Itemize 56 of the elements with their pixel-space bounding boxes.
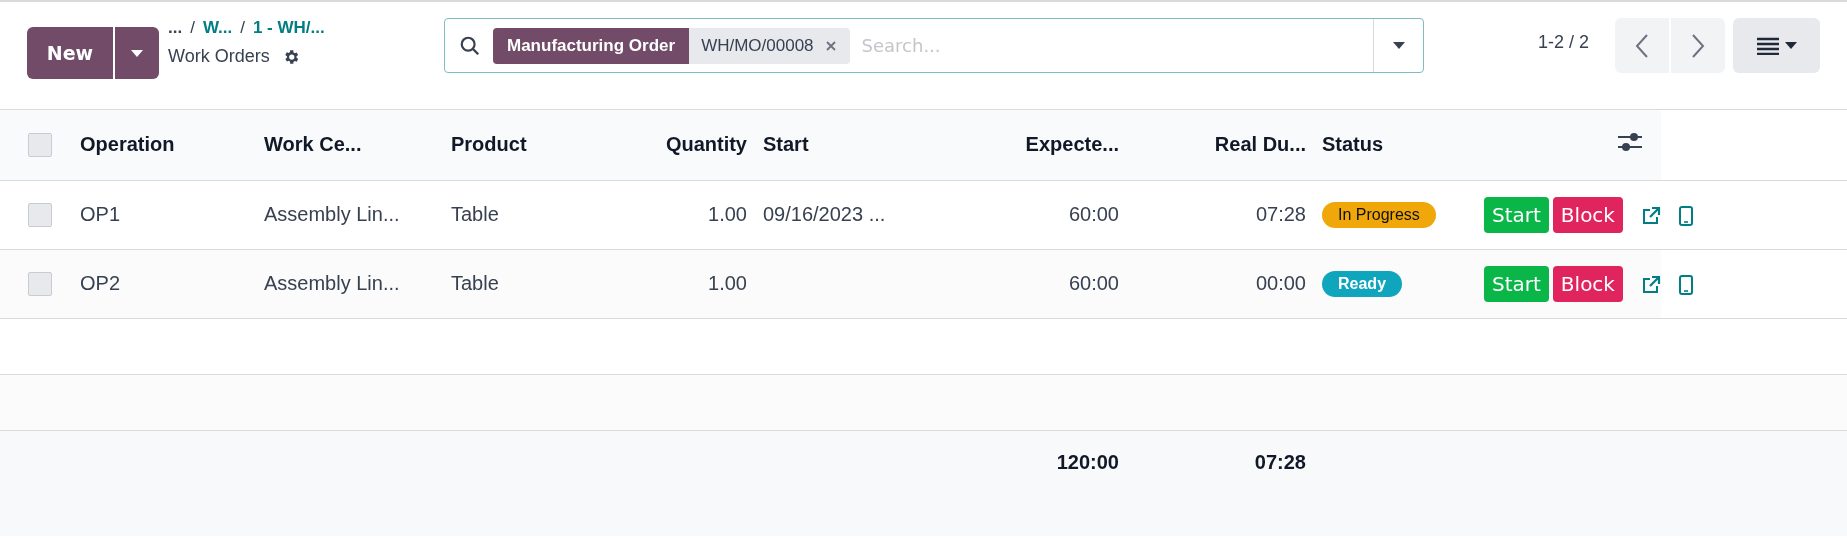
breadcrumb-separator: / bbox=[190, 18, 195, 38]
caret-icon bbox=[1392, 42, 1405, 49]
column-header[interactable]: Real Du... bbox=[1214, 133, 1306, 156]
external-link-icon[interactable] bbox=[1640, 206, 1661, 227]
row-checkbox[interactable] bbox=[28, 271, 52, 296]
pager-value: 1-2 / 2 bbox=[1537, 32, 1589, 53]
list-icon bbox=[1756, 36, 1779, 55]
status-badge: Ready bbox=[1322, 270, 1403, 297]
column-header[interactable]: Work Ce... bbox=[264, 133, 362, 156]
tablet-icon[interactable] bbox=[1678, 275, 1693, 296]
view-switcher-button[interactable] bbox=[1733, 18, 1820, 73]
column-header[interactable]: Operation bbox=[80, 133, 175, 156]
table-cell: 00:00 bbox=[1255, 272, 1306, 294]
breadcrumb-link[interactable]: ... bbox=[168, 18, 183, 38]
chevron-right-icon bbox=[1691, 33, 1705, 58]
table-cell: 60:00 bbox=[1068, 272, 1119, 294]
table-cell: 60:00 bbox=[1068, 203, 1119, 225]
table-cell: 07:28 bbox=[1255, 203, 1306, 225]
caret-icon bbox=[131, 49, 143, 57]
table-cell: Assembly Lin... bbox=[264, 272, 400, 294]
table-cell: Table bbox=[451, 272, 499, 294]
table-cell: Table bbox=[451, 203, 499, 225]
table-cell: Assembly Lin... bbox=[264, 203, 400, 225]
total-value: 07:28 bbox=[1254, 450, 1306, 473]
table-cell: 09/16/2023 ... bbox=[763, 203, 886, 225]
row-checkbox[interactable] bbox=[28, 202, 52, 227]
breadcrumb-link[interactable]: W... bbox=[202, 18, 233, 38]
tablet-icon[interactable] bbox=[1678, 206, 1693, 227]
breadcrumb-separator: / bbox=[240, 18, 245, 38]
chevron-left-icon bbox=[1635, 33, 1649, 58]
column-header[interactable]: Status bbox=[1322, 133, 1384, 156]
new-button[interactable]: New bbox=[27, 27, 113, 79]
facet-label: Manufacturing Order bbox=[493, 27, 690, 64]
table-cell: 1.00 bbox=[708, 203, 747, 225]
column-header[interactable]: Product bbox=[451, 133, 527, 156]
close-icon bbox=[825, 40, 836, 51]
external-link-icon[interactable] bbox=[1640, 275, 1661, 296]
total-value: 120:00 bbox=[1056, 450, 1119, 473]
table-cell: OP2 bbox=[80, 272, 121, 294]
dropdown-button[interactable] bbox=[115, 27, 159, 79]
search-icon bbox=[459, 34, 481, 57]
column-header[interactable]: Quantity bbox=[665, 133, 747, 156]
breadcrumb-link[interactable]: 1 - WH/... bbox=[252, 18, 325, 38]
search-field[interactable]: Manufacturing Order WH/MO/00008 Search... bbox=[444, 18, 1424, 73]
table-cell: 1.00 bbox=[708, 272, 747, 294]
status-badge: In Progress bbox=[1322, 201, 1436, 228]
page-title: Work Orders bbox=[168, 46, 270, 67]
block-button[interactable]: Block bbox=[1552, 196, 1623, 233]
table-cell: OP1 bbox=[80, 203, 121, 225]
caret-icon bbox=[1784, 42, 1797, 49]
column-header[interactable]: Expecte... bbox=[1025, 133, 1119, 156]
column-header[interactable]: Start bbox=[763, 133, 809, 156]
select-all-checkbox[interactable] bbox=[28, 133, 52, 158]
block-button[interactable]: Block bbox=[1552, 265, 1623, 302]
facet-value: WH/MO/00008 bbox=[689, 27, 826, 64]
remove-facet-button[interactable] bbox=[825, 27, 850, 64]
